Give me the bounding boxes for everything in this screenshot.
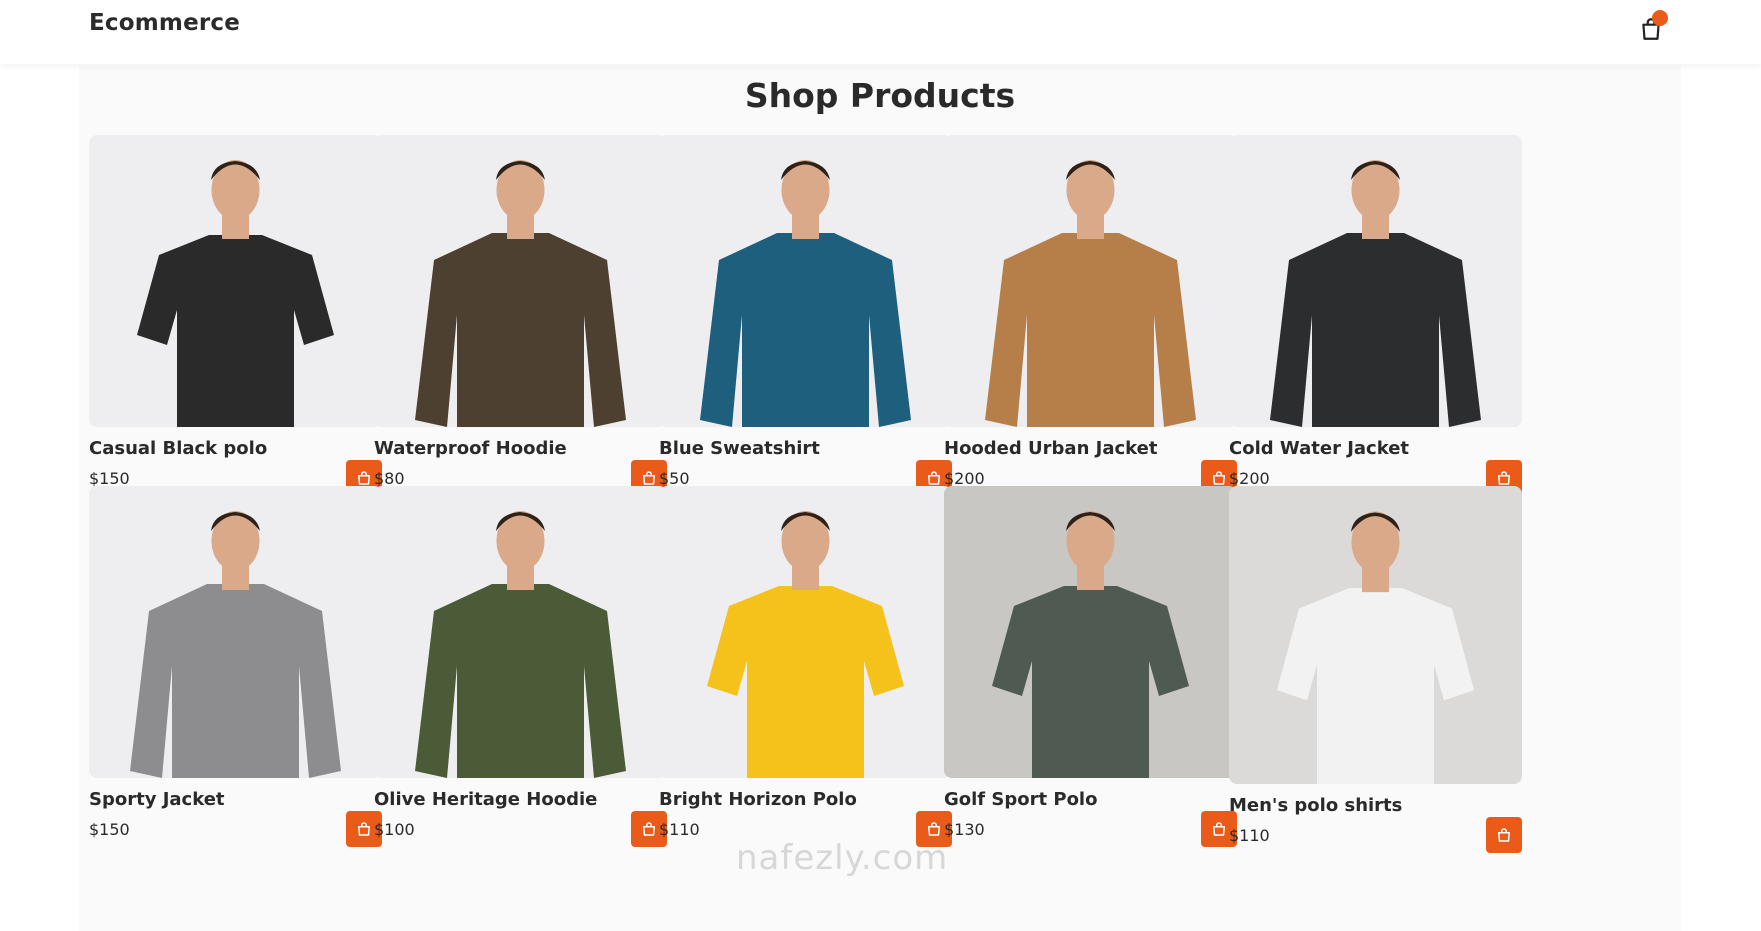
brand-logo[interactable]: Ecommerce: [89, 10, 240, 36]
shopping-bag-icon: [928, 822, 940, 836]
product-image[interactable]: [1229, 486, 1522, 784]
product-image[interactable]: [659, 135, 952, 427]
product-card[interactable]: Blue Sweatshirt $50: [659, 135, 952, 496]
shopping-bag-icon: [358, 822, 370, 836]
cart-badge: [1652, 10, 1668, 26]
product-card[interactable]: Waterproof Hoodie $80: [374, 135, 667, 496]
product-price: $110: [1229, 826, 1270, 845]
product-card[interactable]: Olive Heritage Hoodie $100: [374, 486, 667, 847]
product-price: $110: [659, 820, 700, 839]
product-image[interactable]: [89, 486, 382, 778]
product-card[interactable]: Cold Water Jacket $200: [1229, 135, 1522, 496]
shopping-bag-icon: [1498, 471, 1510, 485]
product-image[interactable]: [374, 486, 667, 778]
product-image[interactable]: [89, 135, 382, 427]
shopping-bag-icon: [1213, 822, 1225, 836]
product-name[interactable]: Golf Sport Polo: [944, 789, 1097, 810]
product-image[interactable]: [659, 486, 952, 778]
product-card[interactable]: Hooded Urban Jacket $200: [944, 135, 1237, 496]
shopping-bag-icon: [643, 471, 655, 485]
product-image[interactable]: [944, 135, 1237, 427]
add-to-cart-button[interactable]: [1486, 817, 1522, 853]
product-card[interactable]: Casual Black polo $150: [89, 135, 382, 496]
product-card[interactable]: Golf Sport Polo $130: [944, 486, 1237, 847]
product-image[interactable]: [374, 135, 667, 427]
product-card[interactable]: Bright Horizon Polo $110: [659, 486, 952, 847]
product-name[interactable]: Blue Sweatshirt: [659, 438, 820, 459]
shopping-bag-icon: [928, 471, 940, 485]
product-name[interactable]: Casual Black polo: [89, 438, 267, 459]
product-name[interactable]: Olive Heritage Hoodie: [374, 789, 597, 810]
shopping-bag-icon: [358, 471, 370, 485]
shopping-bag-icon: [1213, 471, 1225, 485]
product-name[interactable]: Bright Horizon Polo: [659, 789, 857, 810]
product-price: $150: [89, 820, 130, 839]
product-price: $130: [944, 820, 985, 839]
page-title: Shop Products: [744, 76, 1016, 115]
top-navbar: Ecommerce: [0, 0, 1761, 64]
product-image[interactable]: [1229, 135, 1522, 427]
watermark-text: nafezly.com: [736, 838, 949, 878]
shopping-bag-icon: [1498, 828, 1510, 842]
cart-button[interactable]: [1636, 10, 1672, 46]
product-name[interactable]: Hooded Urban Jacket: [944, 438, 1157, 459]
product-name[interactable]: Waterproof Hoodie: [374, 438, 567, 459]
product-image[interactable]: [944, 486, 1237, 778]
product-card[interactable]: Sporty Jacket $150: [89, 486, 382, 847]
product-name[interactable]: Cold Water Jacket: [1229, 438, 1409, 459]
product-card[interactable]: Men's polo shirts $110: [1229, 486, 1522, 853]
product-price: $100: [374, 820, 415, 839]
products-section: Shop Products Casual Black polo $150 Wate…: [79, 66, 1681, 931]
product-name[interactable]: Men's polo shirts: [1229, 795, 1402, 816]
product-name[interactable]: Sporty Jacket: [89, 789, 225, 810]
shopping-bag-icon: [643, 822, 655, 836]
